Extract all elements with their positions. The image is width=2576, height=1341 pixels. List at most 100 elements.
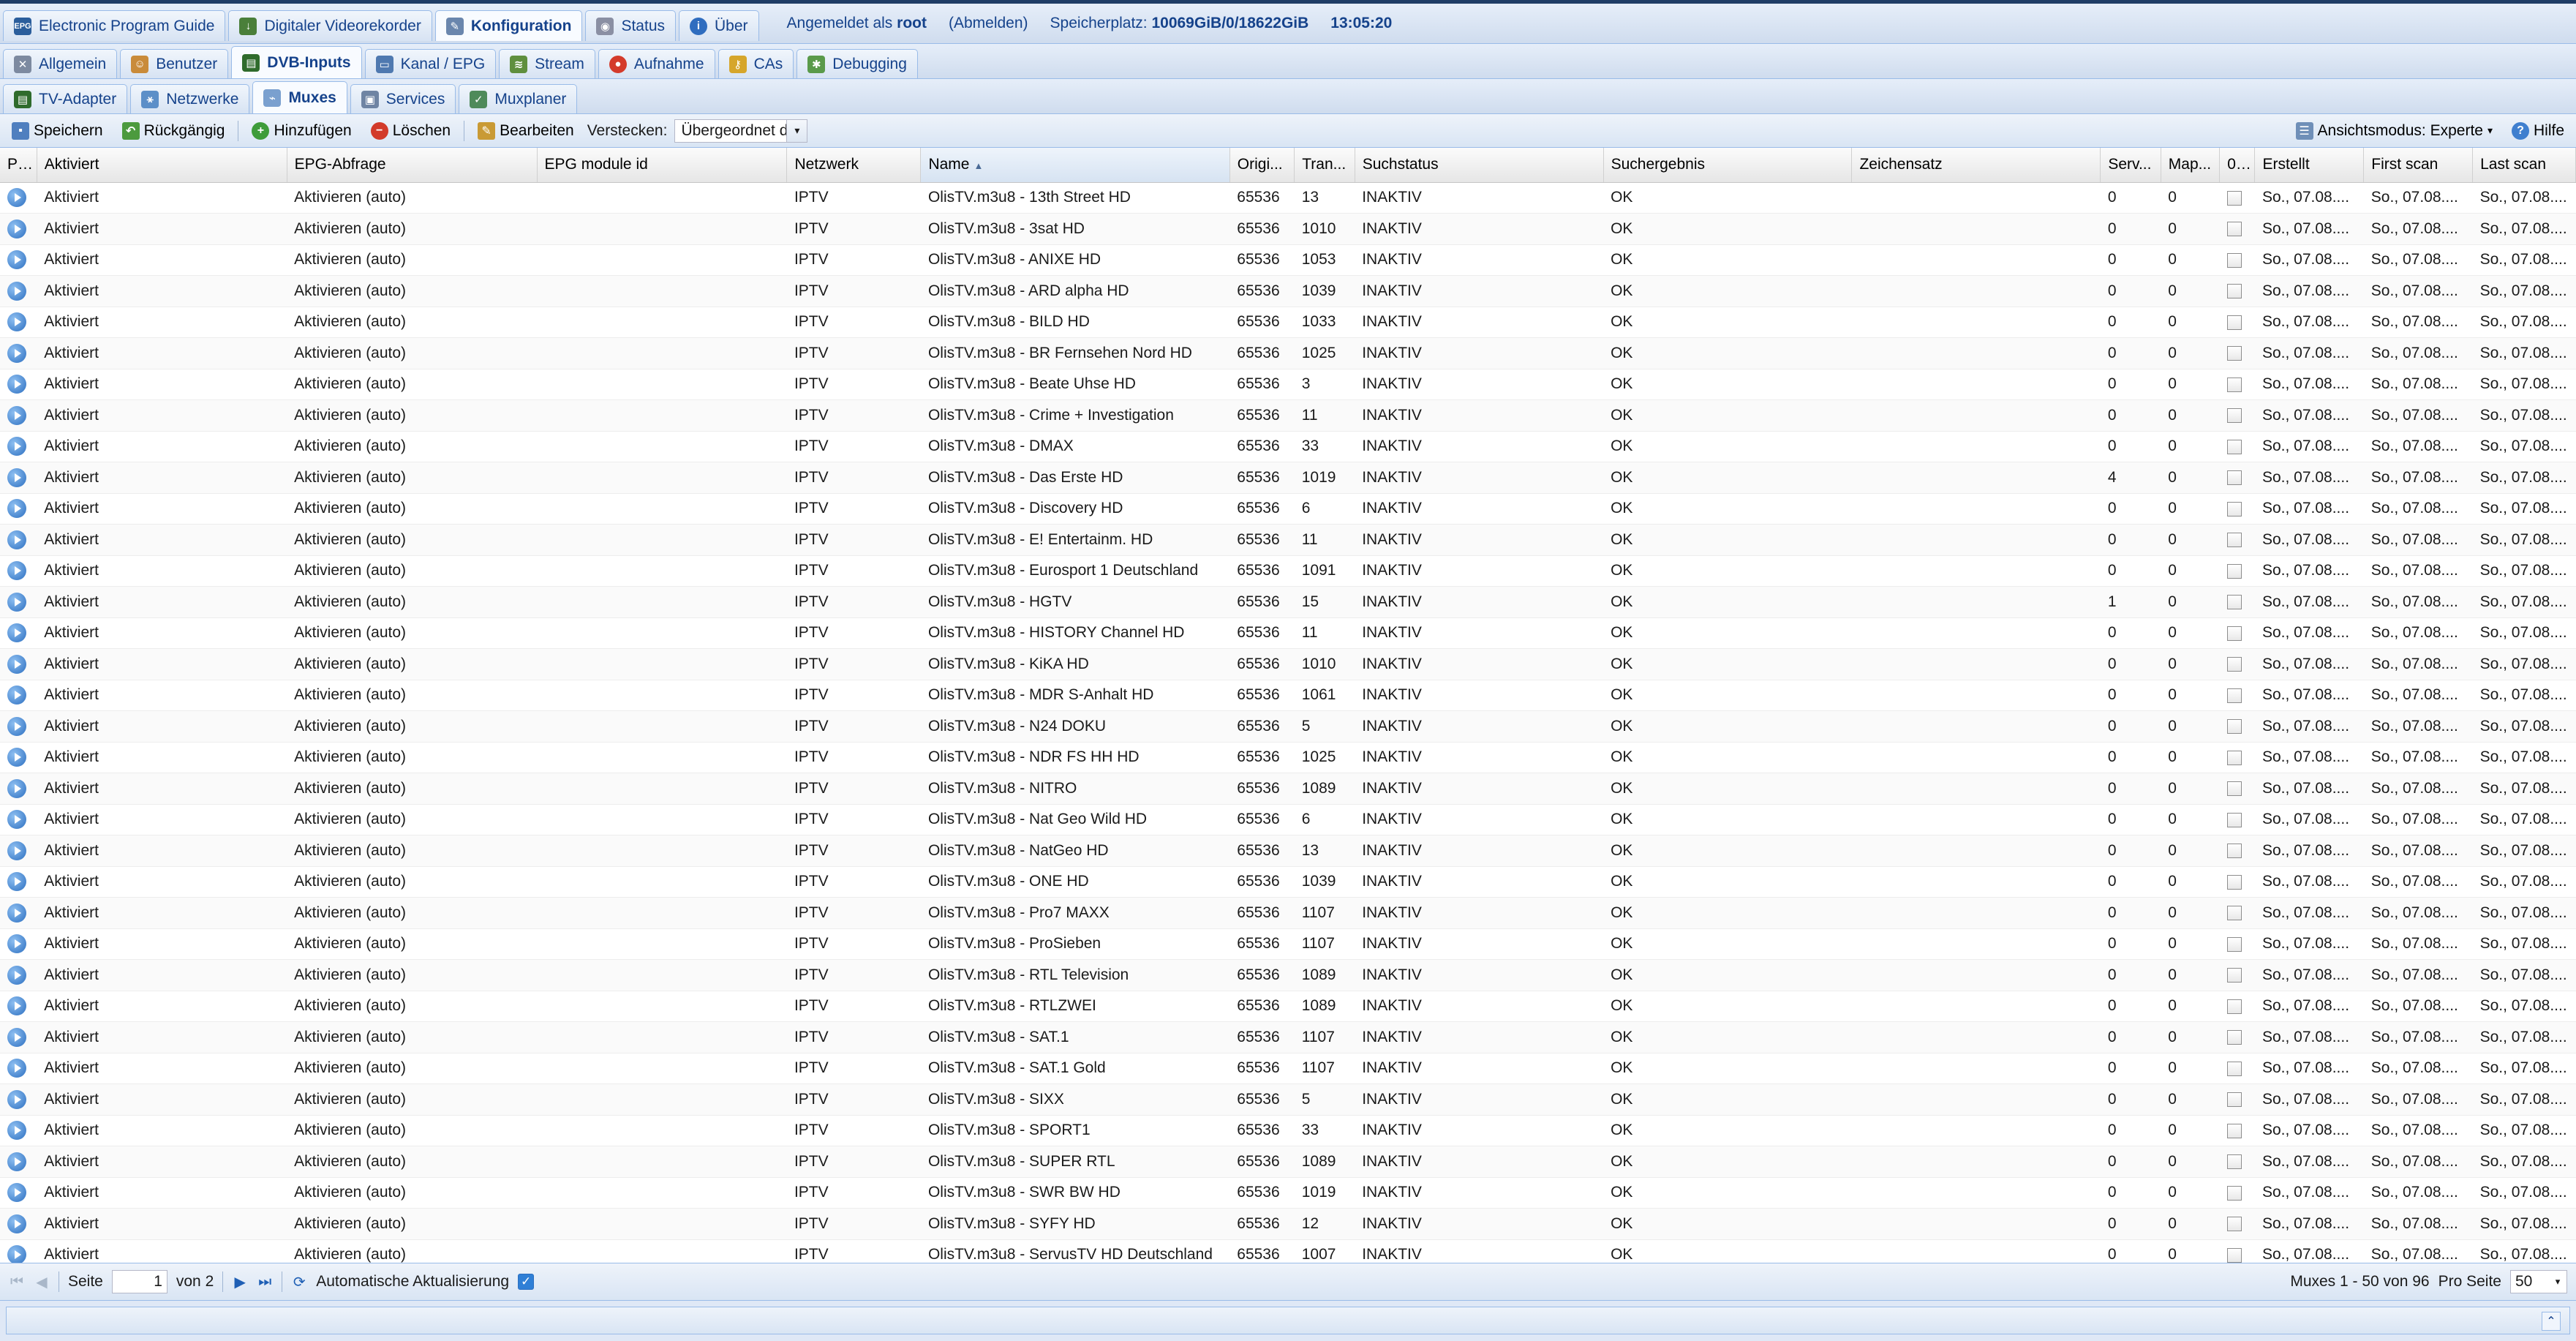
play-icon[interactable] <box>7 623 26 643</box>
column-header[interactable]: Serv... <box>2100 148 2161 183</box>
column-header[interactable]: First scan <box>2363 148 2474 183</box>
checkbox[interactable] <box>2219 773 2255 805</box>
refresh-icon[interactable]: ⟳ <box>291 1273 307 1291</box>
row-checkbox[interactable] <box>2226 906 2242 921</box>
checkbox[interactable] <box>2219 897 2255 929</box>
checkbox[interactable] <box>2219 1177 2255 1209</box>
play-icon[interactable] <box>0 337 37 369</box>
tab-benutzer[interactable]: ☺ Benutzer <box>120 49 229 78</box>
row-checkbox[interactable] <box>2226 812 2242 827</box>
checkbox[interactable] <box>2219 1021 2255 1053</box>
play-icon[interactable] <box>7 1152 26 1171</box>
play-icon[interactable] <box>0 680 37 711</box>
play-icon[interactable] <box>0 773 37 805</box>
row-checkbox[interactable] <box>2226 1217 2242 1232</box>
checkbox[interactable] <box>2219 493 2255 525</box>
tab-allgemein[interactable]: ✕ Allgemein <box>3 49 118 78</box>
table-row[interactable]: Aktiviert Aktivieren (auto) IPTV OlisTV.m3u… <box>0 991 2576 1022</box>
tab-ueber[interactable]: i Über <box>679 10 759 41</box>
row-checkbox[interactable] <box>2226 1154 2242 1170</box>
page-input[interactable]: 1 <box>111 1270 167 1293</box>
tab-aufnahme[interactable]: ● Aufnahme <box>598 49 715 78</box>
play-icon[interactable] <box>7 778 26 798</box>
row-checkbox[interactable] <box>2226 377 2242 392</box>
table-row[interactable]: Aktiviert Aktivieren (auto) IPTV OlisTV.m3u… <box>0 835 2576 867</box>
table-row[interactable]: Aktiviert Aktivieren (auto) IPTV OlisTV.m3u… <box>0 524 2576 556</box>
play-icon[interactable] <box>0 1177 37 1209</box>
logout-link[interactable]: (Abmelden) <box>949 15 1028 32</box>
table-row[interactable]: Aktiviert Aktivieren (auto) IPTV OlisTV.m3u… <box>0 1208 2576 1240</box>
column-header[interactable]: Suchergebnis <box>1603 148 1853 183</box>
column-header[interactable]: Suchstatus <box>1355 148 1604 183</box>
prev-page-icon[interactable]: ◀ <box>34 1273 50 1291</box>
checkbox[interactable] <box>2219 959 2255 991</box>
checkbox[interactable] <box>2219 617 2255 649</box>
row-checkbox[interactable] <box>2226 222 2242 237</box>
undo-button[interactable]: ↶ Rückgängig <box>116 119 231 143</box>
tab-muxplaner[interactable]: ✓ Muxplaner <box>459 84 578 113</box>
play-icon[interactable] <box>0 524 37 556</box>
tab-dvb-inputs[interactable]: ▤ DVB-Inputs <box>231 46 362 78</box>
column-header[interactable]: Zeichensatz <box>1851 148 2101 183</box>
table-row[interactable]: Aktiviert Aktivieren (auto) IPTV OlisTV.m3u… <box>0 742 2576 773</box>
play-icon[interactable] <box>0 1239 37 1263</box>
row-checkbox[interactable] <box>2226 750 2242 765</box>
edit-button[interactable]: ✎ Bearbeiten <box>472 119 580 143</box>
row-checkbox[interactable] <box>2226 315 2242 330</box>
play-icon[interactable] <box>0 182 37 214</box>
play-icon[interactable] <box>7 810 26 830</box>
row-checkbox[interactable] <box>2226 439 2242 454</box>
play-icon[interactable] <box>0 959 37 991</box>
table-row[interactable]: Aktiviert Aktivieren (auto) IPTV OlisTV.m3u… <box>0 866 2576 898</box>
play-icon[interactable] <box>0 1115 37 1146</box>
checkbox[interactable] <box>2219 680 2255 711</box>
play-icon[interactable] <box>7 343 26 363</box>
save-button[interactable]: ▪ Speichern <box>6 119 109 143</box>
table-row[interactable]: Aktiviert Aktivieren (auto) IPTV OlisTV.m3u… <box>0 680 2576 711</box>
play-icon[interactable] <box>0 897 37 929</box>
checkbox[interactable] <box>2219 835 2255 867</box>
checkbox[interactable] <box>2219 1115 2255 1146</box>
help-button[interactable]: ? Hilfe <box>2506 119 2570 143</box>
play-icon[interactable] <box>0 399 37 432</box>
last-page-icon[interactable]: ⏭ <box>257 1274 273 1291</box>
table-row[interactable]: Aktiviert Aktivieren (auto) IPTV OlisTV.m3u… <box>0 1021 2576 1053</box>
table-row[interactable]: Aktiviert Aktivieren (auto) IPTV OlisTV.m3u… <box>0 710 2576 743</box>
checkbox[interactable] <box>2219 182 2255 214</box>
tab-muxes[interactable]: ⌁ Muxes <box>252 81 347 113</box>
checkbox[interactable] <box>2219 369 2255 400</box>
row-checkbox[interactable] <box>2226 190 2242 206</box>
per-page-select[interactable]: 50 ▾ <box>2510 1270 2567 1293</box>
checkbox[interactable] <box>2219 524 2255 556</box>
tab-netzwerke[interactable]: ⚹ Netzwerke <box>130 84 250 113</box>
row-checkbox[interactable] <box>2226 1185 2242 1201</box>
column-header-name[interactable]: Name ▲ <box>920 148 1230 183</box>
checkbox[interactable] <box>2219 399 2255 432</box>
row-checkbox[interactable] <box>2226 657 2242 672</box>
play-icon[interactable] <box>7 1027 26 1047</box>
tab-tv-adapter[interactable]: ▤ TV-Adapter <box>3 84 128 113</box>
table-row[interactable]: Aktiviert Aktivieren (auto) IPTV OlisTV.m3u… <box>0 586 2576 618</box>
play-icon[interactable] <box>0 710 37 743</box>
tab-dvr[interactable]: ↓ Digitaler Videorekorder <box>228 10 432 41</box>
row-checkbox[interactable] <box>2226 688 2242 703</box>
table-row[interactable]: Aktiviert Aktivieren (auto) IPTV OlisTV.m3u… <box>0 275 2576 307</box>
table-row[interactable]: Aktiviert Aktivieren (auto) IPTV OlisTV.m3u… <box>0 555 2576 587</box>
play-icon[interactable] <box>0 244 37 276</box>
play-icon[interactable] <box>0 586 37 618</box>
row-checkbox[interactable] <box>2226 284 2242 299</box>
checkbox[interactable] <box>2219 213 2255 245</box>
hide-select[interactable]: Übergeordnet d ▾ <box>674 119 808 143</box>
checkbox[interactable] <box>2219 462 2255 494</box>
play-icon[interactable] <box>7 1059 26 1078</box>
play-icon[interactable] <box>7 685 26 705</box>
play-icon[interactable] <box>0 742 37 773</box>
play-icon[interactable] <box>7 592 26 612</box>
play-icon[interactable] <box>7 437 26 457</box>
row-checkbox[interactable] <box>2226 781 2242 797</box>
table-row[interactable]: Aktiviert Aktivieren (auto) IPTV OlisTV.m3u… <box>0 617 2576 649</box>
table-row[interactable]: Aktiviert Aktivieren (auto) IPTV OlisTV.m3u… <box>0 928 2576 960</box>
tab-debugging[interactable]: ✱ Debugging <box>796 49 918 78</box>
column-header[interactable]: Netzwerk <box>786 148 922 183</box>
expand-icon[interactable]: ⌃ <box>2542 1312 2561 1331</box>
